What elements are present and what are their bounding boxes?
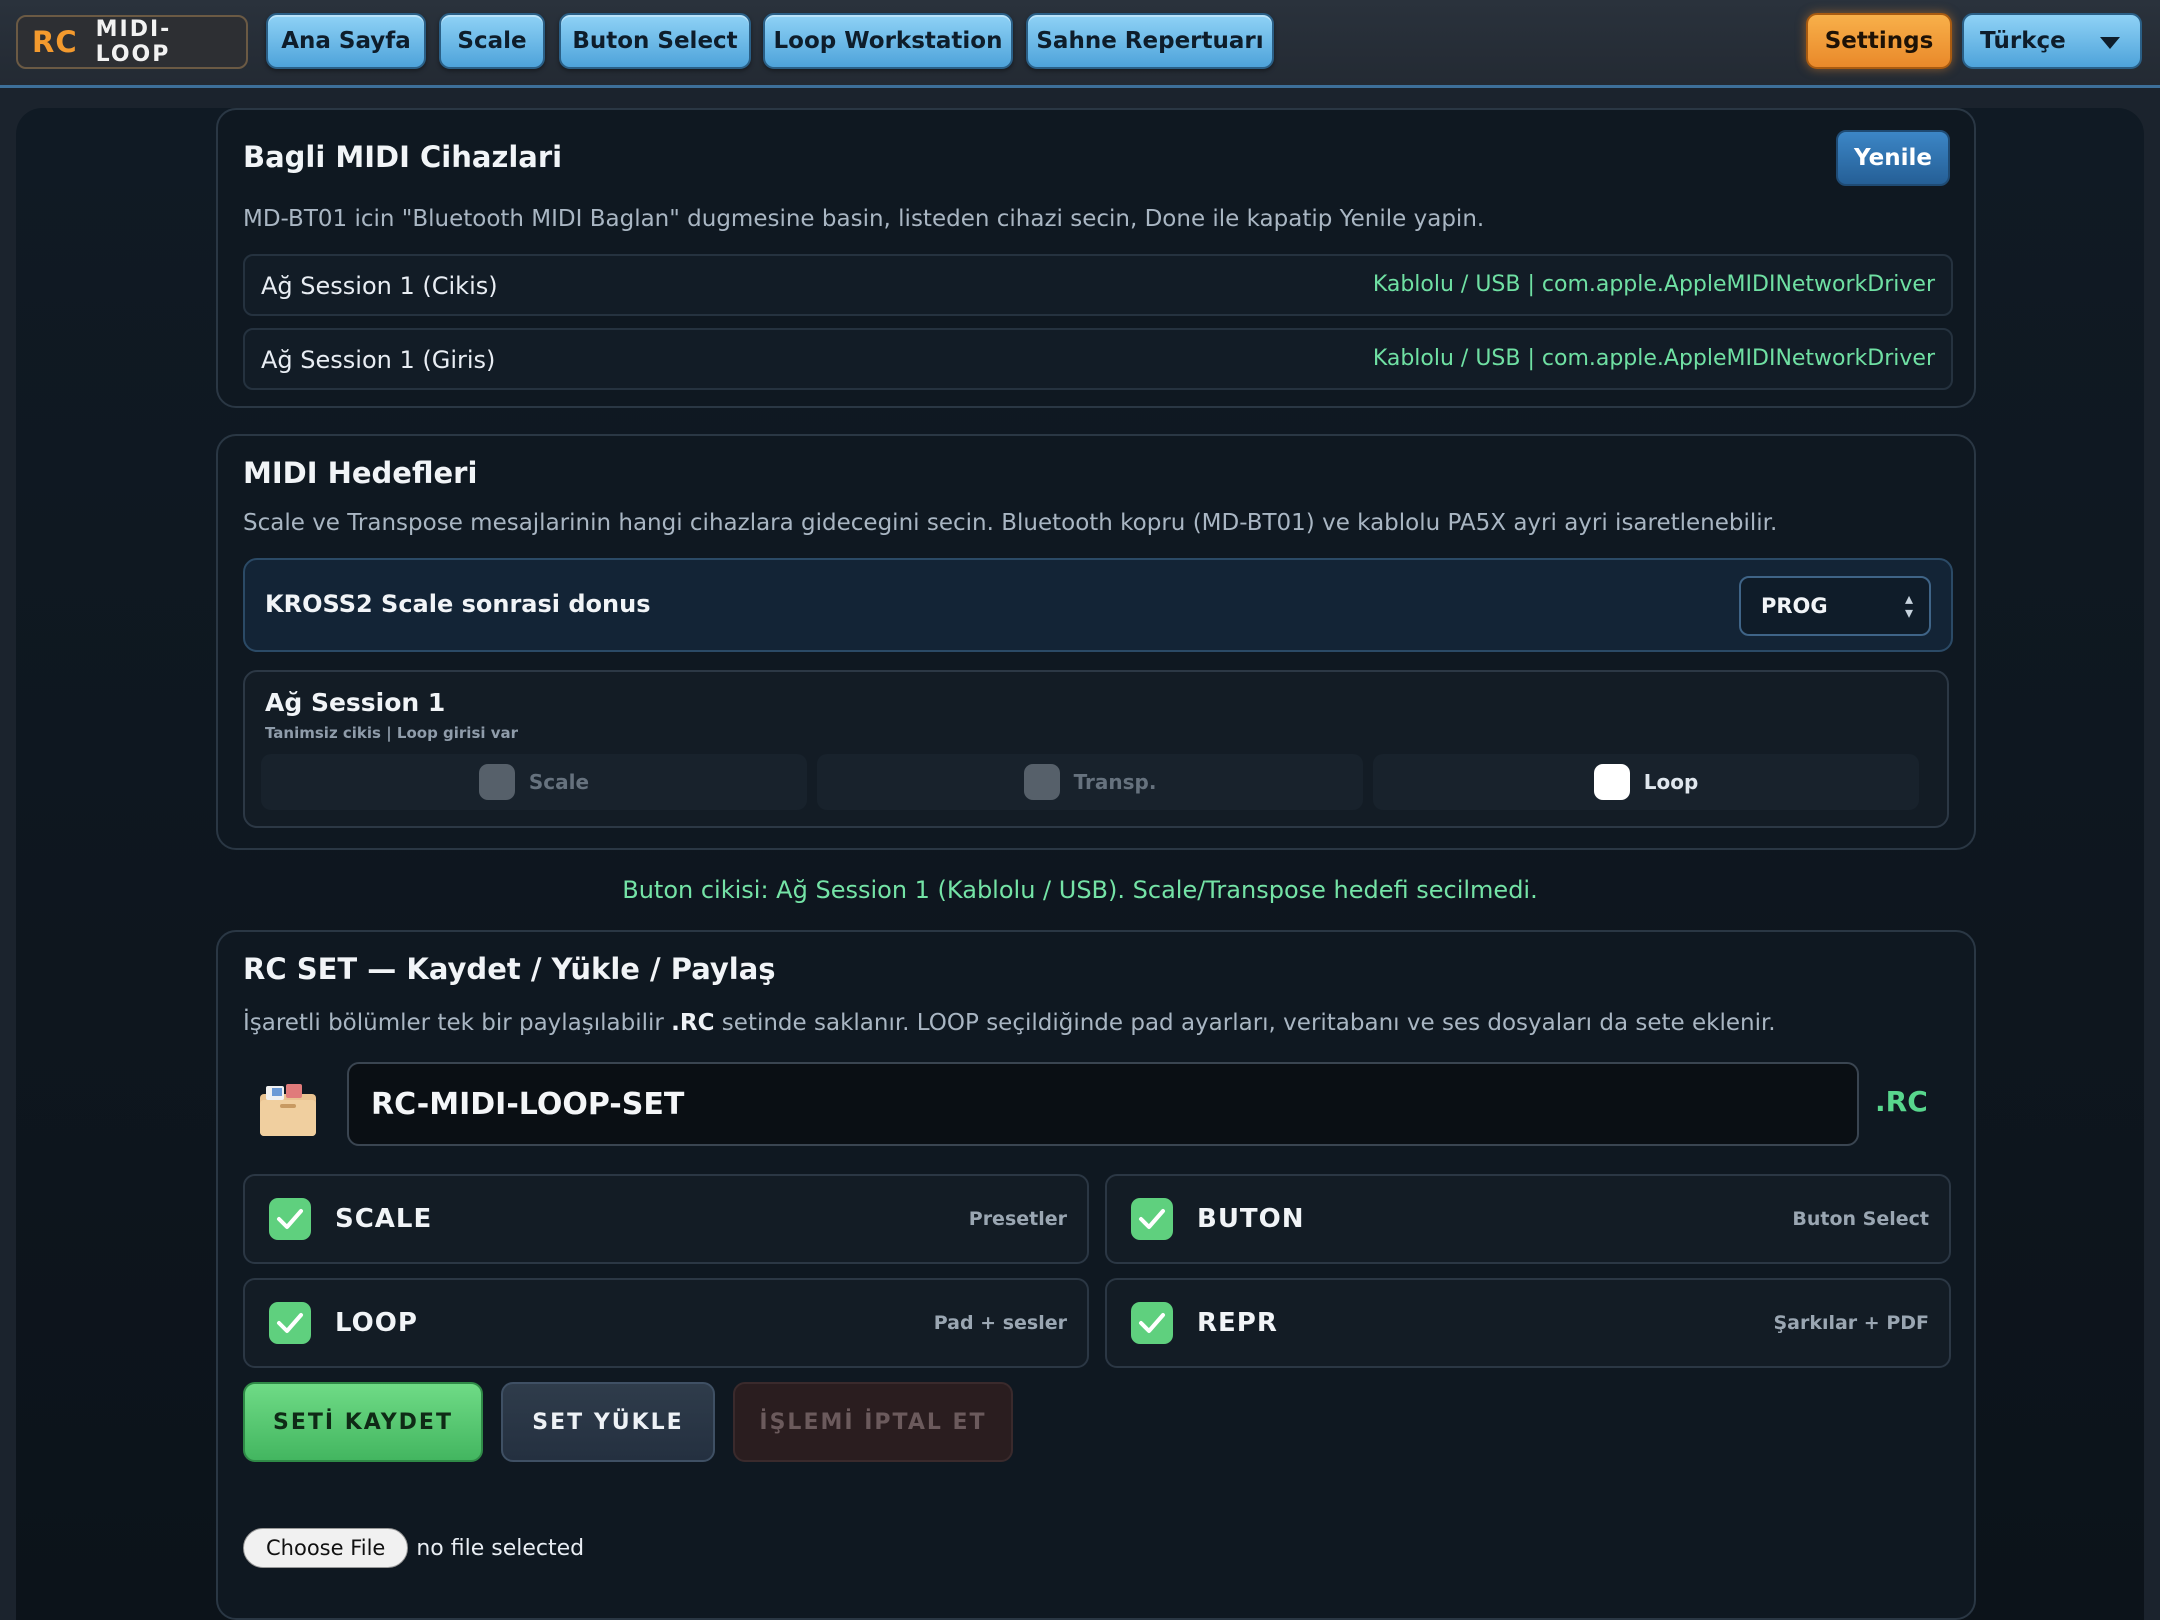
- section-toggle-repr[interactable]: REPR Şarkılar + PDF: [1105, 1278, 1951, 1368]
- button-output-status: Buton cikisi: Ağ Session 1 (Kablolu / US…: [622, 876, 1538, 904]
- select-value: PROG: [1761, 594, 1828, 618]
- device-info: Kablolu / USB | com.apple.AppleMIDINetwo…: [1372, 272, 1935, 297]
- desc-text: İşaretli bölümler tek bir paylaşılabilir: [243, 1010, 672, 1036]
- nav-loop-workstation-button[interactable]: Loop Workstation: [763, 13, 1013, 69]
- targets-description: Scale ve Transpose mesajlarinin hangi ci…: [243, 510, 1778, 536]
- nav-stage-repertoire-button[interactable]: Sahne Repertuarı: [1026, 13, 1274, 69]
- top-navigation-bar: RC MIDI-LOOP Ana Sayfa Scale Buton Selec…: [0, 0, 2160, 88]
- rc-set-description: İşaretli bölümler tek bir paylaşılabilir…: [243, 1010, 1776, 1036]
- checkmark-icon[interactable]: [269, 1302, 311, 1344]
- cancel-operation-button[interactable]: İŞLEMİ İPTAL ET: [733, 1382, 1013, 1462]
- file-input: Choose File no file selected: [243, 1528, 584, 1568]
- nav-home-button[interactable]: Ana Sayfa: [266, 13, 426, 69]
- session-subtitle: Tanimsiz cikis | Loop girisi var: [265, 724, 519, 742]
- desc-ext: .RC: [671, 1010, 715, 1036]
- section-name: LOOP: [335, 1308, 418, 1338]
- device-name: Ağ Session 1 (Giris): [261, 346, 496, 374]
- connected-midi-devices-card: Bagli MIDI Cihazlari Yenile MD-BT01 icin…: [216, 108, 1976, 408]
- device-row[interactable]: Ağ Session 1 (Cikis) Kablolu / USB | com…: [243, 254, 1953, 316]
- chevron-down-icon: [2100, 37, 2120, 49]
- desc-text: setinde saklanır. LOOP seçildiğinde pad …: [714, 1010, 1776, 1036]
- section-toggle-loop[interactable]: LOOP Pad + sesler: [243, 1278, 1089, 1368]
- card-title: RC SET — Kaydet / Yükle / Paylaş: [243, 952, 776, 986]
- checkmark-icon[interactable]: [1131, 1302, 1173, 1344]
- section-name: REPR: [1197, 1308, 1278, 1338]
- checkbox-icon: [1593, 764, 1630, 800]
- checkbox-icon: [478, 764, 515, 800]
- kross2-return-row: KROSS2 Scale sonrasi donus PROG ▴ ▾: [243, 558, 1953, 652]
- nav-scale-button[interactable]: Scale: [439, 13, 545, 69]
- device-row[interactable]: Ağ Session 1 (Giris) Kablolu / USB | com…: [243, 328, 1953, 390]
- section-hint: Buton Select: [1792, 1208, 1929, 1230]
- language-select[interactable]: Türkçe: [1962, 13, 2142, 69]
- session-target-card: Ağ Session 1 Tanimsiz cikis | Loop giris…: [243, 670, 1949, 828]
- choose-file-button[interactable]: Choose File: [243, 1528, 409, 1568]
- section-hint: Pad + sesler: [933, 1312, 1067, 1334]
- rc-set-card: RC SET — Kaydet / Yükle / Paylaş İşaretl…: [216, 930, 1976, 1620]
- session-title: Ağ Session 1: [265, 688, 446, 717]
- card-title: MIDI Hedefleri: [243, 456, 478, 490]
- option-label: Loop: [1643, 770, 1699, 794]
- loop-target-checkbox[interactable]: Loop: [1373, 754, 1919, 810]
- option-label: Scale: [528, 770, 590, 794]
- devices-hint: MD-BT01 icin "Bluetooth MIDI Baglan" dug…: [243, 206, 1485, 232]
- checkbox-icon: [1023, 764, 1060, 800]
- settings-button[interactable]: Settings: [1806, 13, 1952, 69]
- language-value: Türkçe: [1980, 28, 2066, 54]
- main-panel: Bagli MIDI Cihazlari Yenile MD-BT01 icin…: [16, 108, 2144, 1620]
- section-hint: Şarkılar + PDF: [1773, 1312, 1929, 1334]
- midi-targets-card: MIDI Hedefleri Scale ve Transpose mesajl…: [216, 434, 1976, 850]
- refresh-button[interactable]: Yenile: [1836, 130, 1950, 186]
- nav-button-select-button[interactable]: Buton Select: [559, 13, 751, 69]
- checkmark-icon[interactable]: [269, 1198, 311, 1240]
- transpose-target-checkbox[interactable]: Transp.: [817, 754, 1363, 810]
- section-toggle-scale[interactable]: SCALE Presetler: [243, 1174, 1089, 1264]
- section-name: BUTON: [1197, 1204, 1305, 1234]
- folder-icon: [258, 1082, 318, 1138]
- option-label: Transp.: [1073, 770, 1157, 794]
- section-name: SCALE: [335, 1204, 433, 1234]
- device-name: Ağ Session 1 (Cikis): [261, 272, 498, 300]
- file-status: no file selected: [416, 1535, 585, 1561]
- card-title: Bagli MIDI Cihazlari: [243, 140, 563, 174]
- app-name: MIDI-LOOP: [95, 17, 172, 67]
- load-set-button[interactable]: SET YÜKLE: [501, 1382, 715, 1462]
- file-extension-label: .RC: [1875, 1085, 1928, 1118]
- set-name-input[interactable]: RC-MIDI-LOOP-SET: [347, 1062, 1859, 1146]
- kross2-label: KROSS2 Scale sonrasi donus: [265, 590, 651, 618]
- scale-target-checkbox[interactable]: Scale: [261, 754, 807, 810]
- device-info: Kablolu / USB | com.apple.AppleMIDINetwo…: [1372, 346, 1935, 371]
- app-logo[interactable]: RC MIDI-LOOP: [16, 15, 248, 69]
- section-hint: Presetler: [968, 1208, 1067, 1230]
- up-down-arrows-icon: ▴ ▾: [1904, 589, 1913, 622]
- checkmark-icon[interactable]: [1131, 1198, 1173, 1240]
- section-toggle-buton[interactable]: BUTON Buton Select: [1105, 1174, 1951, 1264]
- kross2-return-select[interactable]: PROG ▴ ▾: [1739, 576, 1931, 636]
- save-set-button[interactable]: SETİ KAYDET: [243, 1382, 483, 1462]
- logo-mark: RC: [32, 25, 78, 59]
